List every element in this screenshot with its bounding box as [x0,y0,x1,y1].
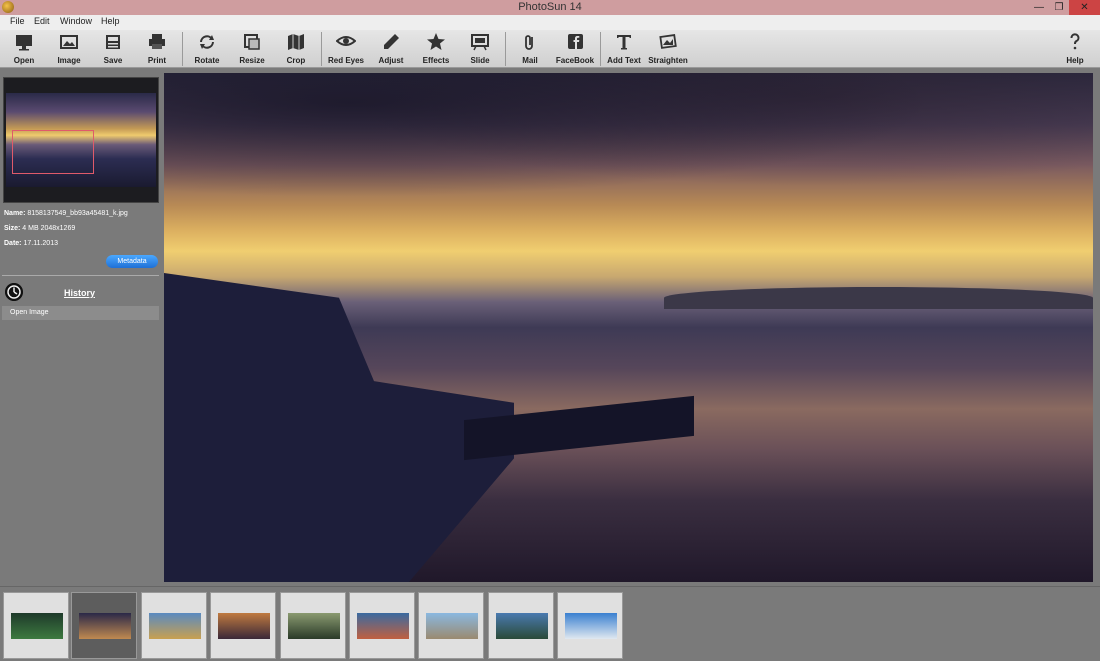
filmstrip-thumbnail[interactable] [557,592,623,659]
file-name-value: 8158137549_bb93a45481_k.jpg [27,210,128,217]
resize-icon [244,34,260,50]
help-button[interactable]: Help [1058,30,1092,68]
filmstrip-thumbnail[interactable] [280,592,346,659]
menu-bar: File Edit Window Help [0,15,1100,30]
facebook-button[interactable]: FaceBook [553,30,597,68]
slide-button[interactable]: Slide [460,30,500,68]
photosun-window: PhotoSun 14 — ❐ ✕ File Edit Window Help … [0,0,1100,661]
resize-button[interactable]: Resize [231,30,273,68]
filmstrip-thumbnail[interactable] [349,592,415,659]
filmstrip-thumbnail[interactable] [3,592,69,659]
image-canvas[interactable] [164,73,1093,582]
toolbar-separator [182,32,183,66]
facebook-icon [568,34,583,49]
menu-file[interactable]: File [10,16,25,26]
toolbar-separator [600,32,601,66]
file-size-value: 4 MB 2048x1269 [22,225,76,232]
history-item[interactable]: Open Image [2,306,159,320]
rotate-icon [200,35,214,49]
file-date-value: 17.11.2013 [23,240,58,247]
toolbar-separator [321,32,322,66]
save-icon [106,35,120,49]
red-eyes-button[interactable]: Red Eyes [324,30,368,68]
adjust-button[interactable]: Adjust [371,30,411,68]
thumbnail-image [288,613,340,639]
navigator-preview[interactable] [3,77,159,203]
toolbar-separator [505,32,506,66]
thumbnail-image [149,613,201,639]
window-title: PhotoSun 14 [518,1,582,13]
thumbnail-image [218,613,270,639]
effects-button[interactable]: Effects [415,30,457,68]
slideshow-icon [471,34,489,51]
eye-icon [336,36,356,46]
filmstrip-thumbnail[interactable] [71,592,137,659]
file-date-row: Date: 17.11.2013 [4,240,58,247]
viewport-rectangle[interactable] [12,130,94,174]
mail-button[interactable]: Mail [510,30,550,68]
add-text-button[interactable]: Add Text [603,30,645,68]
printer-icon [149,34,165,49]
menu-edit[interactable]: Edit [34,16,50,26]
title-bar: PhotoSun 14 — ❐ ✕ [0,0,1100,15]
star-icon [427,33,445,50]
sky-clouds [164,73,1093,223]
distant-hills [664,287,1093,309]
open-button[interactable]: Open [4,30,44,68]
history-title[interactable]: History [64,288,95,298]
save-button[interactable]: Save [93,30,133,68]
filmstrip [0,586,1100,661]
print-button[interactable]: Print [137,30,177,68]
history-clock-icon [5,283,23,301]
pier-building [164,273,514,582]
pencil-icon [384,34,399,49]
rotate-button[interactable]: Rotate [187,30,227,68]
question-icon [1070,33,1080,50]
thumbnail-image [496,613,548,639]
straighten-button[interactable]: Straighten [646,30,690,68]
filmstrip-thumbnail[interactable] [210,592,276,659]
image-button[interactable]: Image [49,30,89,68]
thumbnail-image [426,613,478,639]
thumbnail-image [79,613,131,639]
filmstrip-thumbnail[interactable] [141,592,207,659]
maximize-button[interactable]: ❐ [1049,0,1069,15]
paperclip-icon [525,35,533,50]
file-size-row: Size: 4 MB 2048x1269 [4,225,76,232]
file-name-row: Name: 8158137549_bb93a45481_k.jpg [4,210,128,217]
metadata-button[interactable]: Metadata [106,255,158,268]
close-button[interactable]: ✕ [1069,0,1100,15]
text-icon [617,35,631,50]
thumbnail-image [565,613,617,639]
panel-divider [2,275,159,276]
straighten-icon [659,34,677,49]
picture-icon [60,35,78,49]
filmstrip-thumbnail[interactable] [488,592,554,659]
monitor-icon [16,35,32,51]
menu-help[interactable]: Help [101,16,120,26]
thumbnail-image [357,613,409,639]
menu-window[interactable]: Window [60,16,92,26]
toolbar: Open Image Save Print Rotate Resize Crop [0,30,1100,68]
map-crop-icon [288,34,304,50]
thumbnail-image [11,613,63,639]
crop-button[interactable]: Crop [276,30,316,68]
minimize-button[interactable]: — [1029,0,1049,15]
filmstrip-thumbnail[interactable] [418,592,484,659]
